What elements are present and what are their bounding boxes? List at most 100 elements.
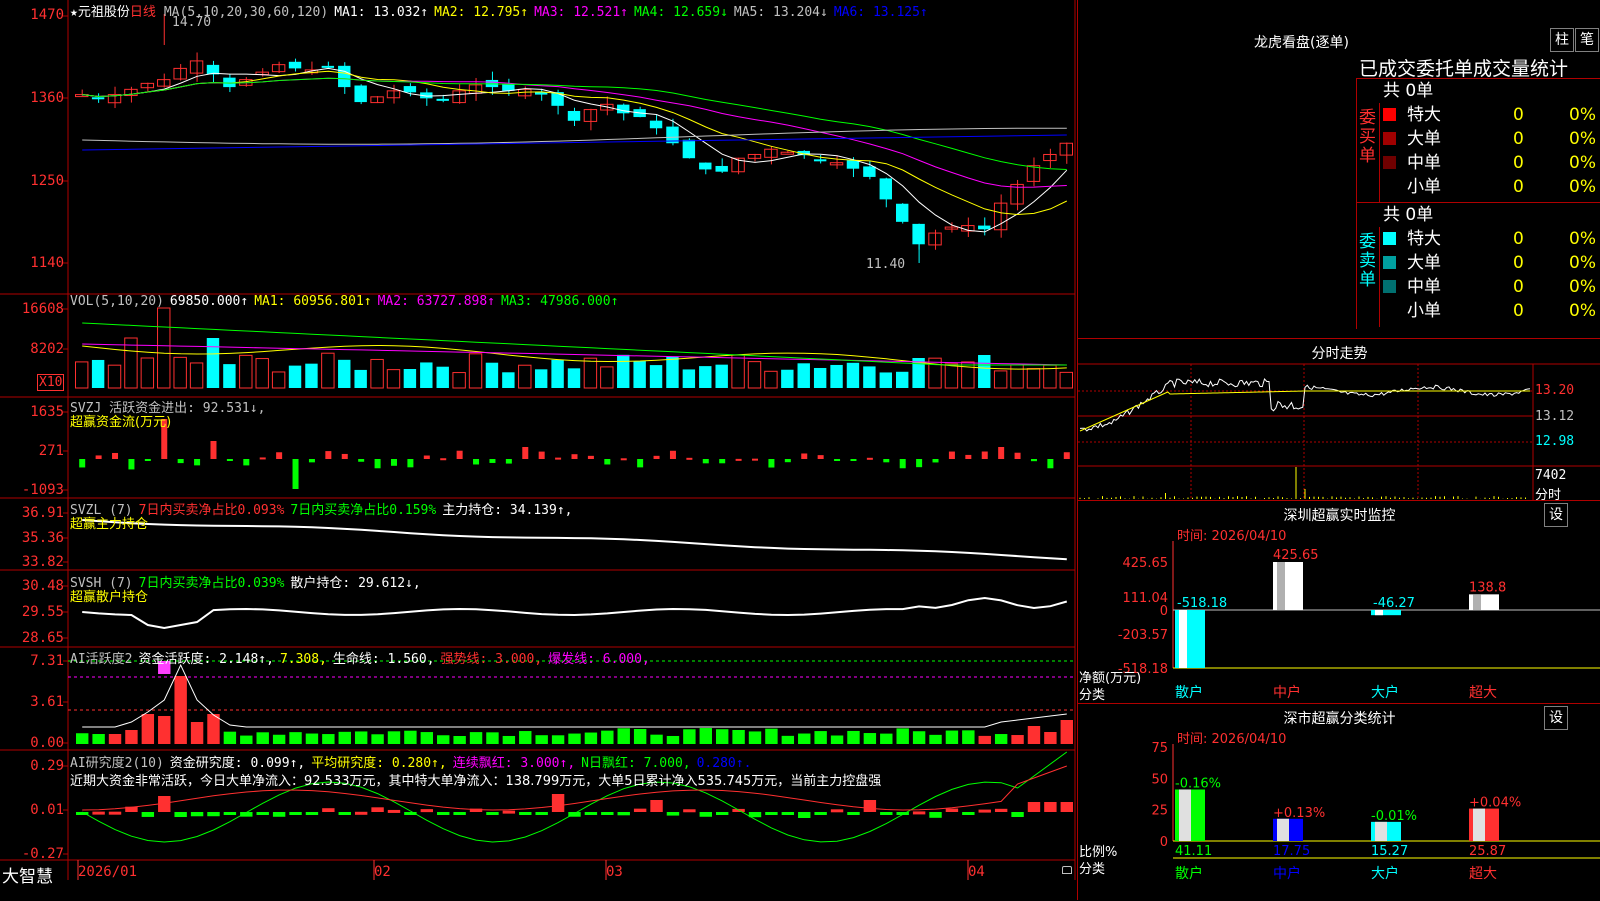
volume-bar [223, 364, 236, 388]
volume-bar [600, 366, 614, 389]
activity-bar [1011, 735, 1024, 744]
activity-bar [912, 731, 926, 744]
buy-total: 共 0单 [1383, 81, 1434, 101]
legend-item: MA3: 12.521↑ [534, 5, 628, 20]
intraday-avg-line [1079, 390, 1530, 432]
intraday-chart-svg[interactable] [1078, 339, 1600, 501]
fund-flow-bar [899, 459, 906, 469]
volume-bar [633, 361, 646, 388]
research-bar [272, 812, 286, 817]
dragon-header: 已成交委托单成交量统计 [1359, 58, 1569, 80]
intraday-vol-label: 7402 [1535, 468, 1567, 483]
research-bar [338, 812, 351, 815]
candle-body [354, 85, 367, 103]
volume-bar [502, 372, 515, 388]
volume-bar [1010, 364, 1024, 389]
main-y-tick: 1360 [30, 90, 64, 106]
classify-change-label: +0.13% [1273, 806, 1325, 821]
legend-item: 连续飘红: 3.000↑, [452, 756, 576, 771]
monitor-value-label: -46.27 [1373, 596, 1415, 611]
intraday-panel[interactable]: 分时走势 13.20 13.12 12.98 7402 分时 [1078, 338, 1600, 503]
monitor-value-label: 425.65 [1273, 548, 1319, 563]
research-bar [519, 812, 532, 815]
volume-bar [321, 352, 335, 389]
fund-flow-bar [669, 450, 676, 459]
activity-bar [76, 733, 89, 744]
candle-body [780, 151, 795, 155]
order-size-label: 中单 [1407, 153, 1441, 173]
fund-flow-bar [243, 459, 250, 466]
activity-bar [338, 731, 351, 744]
fund-flow-bar [571, 454, 578, 459]
activity-bar [108, 734, 122, 744]
fund-flow-bar [637, 459, 644, 468]
svzl-y-tick: 36.91 [21, 505, 64, 521]
volume-bar [452, 372, 466, 389]
order-count: 0 [1513, 253, 1524, 273]
volume-bar [797, 363, 810, 388]
activity-bar [322, 734, 335, 744]
candle-body [189, 60, 204, 74]
volume-bar [91, 359, 105, 388]
activity-bar [305, 733, 319, 744]
candle-body [895, 203, 909, 222]
svsh-y-tick: 29.55 [21, 604, 64, 620]
volume-bar [189, 362, 204, 389]
column-view-button[interactable]: 柱 [1550, 28, 1574, 52]
candle-body [715, 165, 728, 172]
fund-flow-bar [916, 459, 923, 468]
lock-icon[interactable] [1062, 866, 1072, 874]
ai2-y-tick: 0.01 [30, 802, 64, 818]
order-size-swatch [1383, 156, 1396, 169]
activity-bar [601, 730, 614, 744]
tick-view-button[interactable]: 笔 [1575, 28, 1599, 52]
legend-item: 爆发线: 6.000, [548, 652, 650, 667]
research-bar [486, 812, 499, 815]
app-logo: 大智慧 [2, 867, 53, 887]
legend-item: MA2: 63727.898↑ [377, 294, 496, 309]
fund-flow-bar [998, 447, 1005, 459]
period-label[interactable]: 日线 [130, 5, 156, 20]
candle-body [338, 65, 351, 88]
volume-bar [107, 364, 122, 389]
legend-item: 主力持仓: 34.139↑, [442, 503, 573, 518]
fund-flow-bar [1030, 459, 1037, 462]
date-label: 03 [606, 864, 623, 880]
date-label: 02 [374, 864, 391, 880]
ai2-comment: 近期大资金非常活跃，今日大单净流入：92.533万元，其中特大单净流入：138.… [70, 774, 882, 789]
activity-bar [256, 732, 269, 744]
monitor-bar-shade [1179, 610, 1187, 668]
volume-bar [863, 366, 876, 388]
order-count: 0 [1513, 153, 1524, 173]
classify-value-label: 41.11 [1175, 844, 1212, 859]
candle-body [879, 178, 892, 200]
monitor-y-tick: -203.57 [1118, 628, 1168, 643]
order-count: 0 [1513, 301, 1524, 321]
research-bar [633, 808, 647, 812]
volume-bar [288, 365, 302, 388]
fund-flow-bar [358, 459, 365, 462]
order-size-label: 小单 [1407, 301, 1441, 321]
stock-name[interactable]: ★元祖股份 [70, 5, 130, 20]
research-bar [453, 812, 466, 815]
research-bar [1060, 802, 1073, 812]
activity-bar [781, 735, 795, 744]
legend-item: MA4: 12.659↓ [633, 5, 728, 20]
fund-flow-bar [473, 459, 480, 465]
candle-body [403, 86, 417, 93]
dragon-table: 委买单 共 0单 特大 0 0% 大单 0 0% 中单 0 0% 小单 0 0% 委卖单 共 0单 特… [1356, 78, 1600, 329]
volume-bar [370, 358, 384, 389]
chart-area[interactable]: ★元祖股份日线 MA(5,10,20,30,60,120) MA1: 13.032↑… [0, 0, 1077, 900]
candle-body [567, 110, 581, 121]
svzl-y-tick: 33.82 [21, 554, 64, 570]
classify-bar-shade [1179, 789, 1191, 841]
monitor-category-label: 超大 [1469, 685, 1497, 701]
fund-flow-bar [79, 459, 86, 468]
order-size-label: 小单 [1407, 177, 1441, 197]
fund-flow-bar [456, 450, 463, 459]
volume-bar [551, 359, 564, 388]
activity-bar [715, 729, 729, 744]
activity-bar [371, 734, 384, 744]
classify-change-label: +0.04% [1469, 796, 1521, 811]
research-bar [601, 812, 614, 815]
